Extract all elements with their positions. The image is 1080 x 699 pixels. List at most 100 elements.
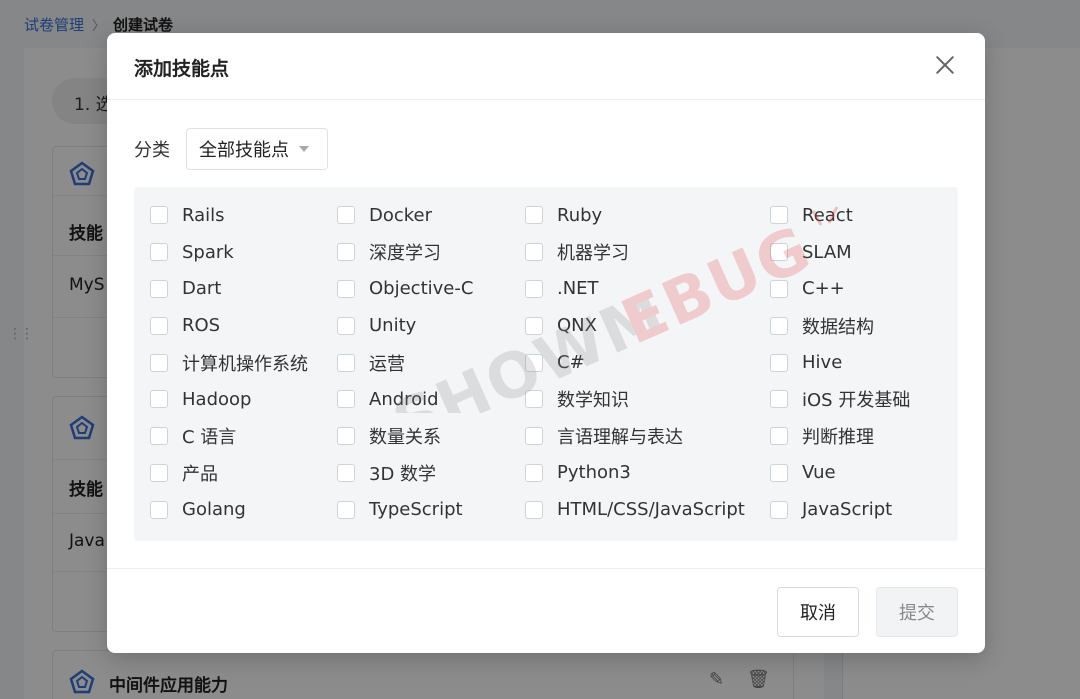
skill-label: Ruby (557, 204, 603, 226)
skill-label: Dart (182, 278, 222, 300)
skill-checkbox-item[interactable]: 产品 (150, 455, 337, 492)
submit-button[interactable]: 提交 (876, 587, 958, 637)
skill-label: React (802, 204, 853, 226)
checkbox[interactable] (150, 279, 168, 298)
cancel-button[interactable]: 取消 (777, 587, 859, 637)
modal-header: 添加技能点 (107, 33, 985, 100)
checkbox[interactable] (770, 206, 788, 225)
skill-checkbox-item[interactable]: JavaScript (770, 491, 960, 528)
checkbox[interactable] (150, 463, 168, 482)
skill-label: 数学知识 (557, 390, 629, 412)
checkbox[interactable] (150, 353, 168, 372)
skill-checkbox-item[interactable]: React (770, 197, 960, 234)
skill-label: 3D 数学 (369, 463, 437, 485)
checkbox[interactable] (525, 500, 543, 519)
skill-checkbox-item[interactable]: QNX (525, 307, 770, 344)
checkbox[interactable] (337, 427, 355, 446)
skill-label: 数据结构 (802, 316, 874, 338)
skill-label: ROS (182, 315, 221, 337)
skill-label: 数量关系 (369, 427, 441, 449)
checkbox[interactable] (770, 500, 788, 519)
skill-checkbox-item[interactable]: Python3 (525, 455, 770, 492)
skill-label: Rails (182, 204, 225, 226)
close-icon[interactable] (933, 53, 957, 77)
skill-checkbox-item[interactable]: Rails (150, 197, 337, 234)
skill-checkbox-item[interactable]: 数学知识 (525, 381, 770, 418)
checkbox[interactable] (150, 206, 168, 225)
skill-checkbox-item[interactable]: Hive (770, 344, 960, 381)
skill-label: C++ (802, 278, 845, 300)
skill-checkbox-item[interactable]: 运营 (337, 344, 525, 381)
skill-checkbox-item[interactable]: Docker (337, 197, 525, 234)
checkbox[interactable] (337, 279, 355, 298)
skill-label: C# (557, 352, 585, 374)
checkbox[interactable] (150, 243, 168, 262)
skill-checkbox-item[interactable]: Vue (770, 455, 960, 492)
skill-checkbox-item[interactable]: C 语言 (150, 418, 337, 455)
skill-checkbox-item[interactable]: 机器学习 (525, 234, 770, 271)
skill-checkbox-item[interactable]: ROS (150, 307, 337, 344)
skill-checkbox-item[interactable]: iOS 开发基础 (770, 381, 960, 418)
checkbox[interactable] (525, 243, 543, 262)
checkbox[interactable] (337, 353, 355, 372)
skill-label: Hive (802, 352, 843, 374)
checkbox[interactable] (525, 316, 543, 335)
checkbox[interactable] (337, 316, 355, 335)
skill-checkbox-item[interactable]: .NET (525, 271, 770, 308)
add-skill-modal: 添加技能点 分类 全部技能点 Rails Docker Ruby React Spark… (107, 33, 985, 653)
skill-checkbox-item[interactable]: 深度学习 (337, 234, 525, 271)
skill-label: 机器学习 (557, 243, 629, 265)
checkbox[interactable] (150, 316, 168, 335)
skill-checkbox-item[interactable]: Android (337, 381, 525, 418)
checkbox[interactable] (770, 427, 788, 446)
checkbox[interactable] (337, 500, 355, 519)
skill-label: HTML/CSS/JavaScript (557, 499, 745, 521)
checkbox[interactable] (337, 243, 355, 262)
checkbox[interactable] (337, 390, 355, 409)
checkbox[interactable] (525, 206, 543, 225)
checkbox[interactable] (150, 500, 168, 519)
skill-checkbox-item[interactable]: SLAM (770, 234, 960, 271)
skill-label: 产品 (182, 463, 218, 485)
skill-checkbox-item[interactable]: Golang (150, 491, 337, 528)
checkbox[interactable] (525, 279, 543, 298)
skill-checkbox-item[interactable]: HTML/CSS/JavaScript (525, 491, 770, 528)
checkbox[interactable] (337, 206, 355, 225)
checkbox[interactable] (525, 353, 543, 372)
checkbox[interactable] (337, 463, 355, 482)
skill-checkbox-item[interactable]: 言语理解与表达 (525, 418, 770, 455)
skill-label: Docker (369, 204, 433, 226)
skill-checkbox-item[interactable]: Hadoop (150, 381, 337, 418)
checkbox[interactable] (770, 353, 788, 372)
skill-checkbox-item[interactable]: 计算机操作系统 (150, 344, 337, 381)
skill-checkbox-item[interactable]: C# (525, 344, 770, 381)
skill-checkbox-item[interactable]: C++ (770, 271, 960, 308)
skill-label: Python3 (557, 462, 631, 484)
checkbox[interactable] (150, 390, 168, 409)
skill-checkbox-item[interactable]: Objective-C (337, 271, 525, 308)
checkbox[interactable] (525, 390, 543, 409)
skill-checkbox-item[interactable]: 数据结构 (770, 307, 960, 344)
checkbox[interactable] (525, 463, 543, 482)
checkbox[interactable] (525, 427, 543, 446)
skill-checkbox-item[interactable]: Dart (150, 271, 337, 308)
skill-checkbox-item[interactable]: 判断推理 (770, 418, 960, 455)
checkbox[interactable] (770, 316, 788, 335)
skill-label: JavaScript (802, 499, 893, 521)
skill-label: 运营 (369, 353, 405, 375)
checkbox[interactable] (150, 427, 168, 446)
skill-checkbox-item[interactable]: 3D 数学 (337, 455, 525, 492)
skill-checkbox-item[interactable]: Spark (150, 234, 337, 271)
checkbox[interactable] (770, 279, 788, 298)
skill-checkbox-item[interactable]: 数量关系 (337, 418, 525, 455)
category-select[interactable]: 全部技能点 (186, 128, 328, 170)
skill-checkbox-item[interactable]: Unity (337, 307, 525, 344)
skill-checkbox-item[interactable]: TypeScript (337, 491, 525, 528)
checkbox[interactable] (770, 243, 788, 262)
skill-checkbox-item[interactable]: Ruby (525, 197, 770, 234)
skill-label: Golang (182, 499, 246, 521)
checkbox[interactable] (770, 390, 788, 409)
skill-label: TypeScript (369, 499, 463, 521)
skill-label: 判断推理 (802, 427, 874, 449)
checkbox[interactable] (770, 463, 788, 482)
